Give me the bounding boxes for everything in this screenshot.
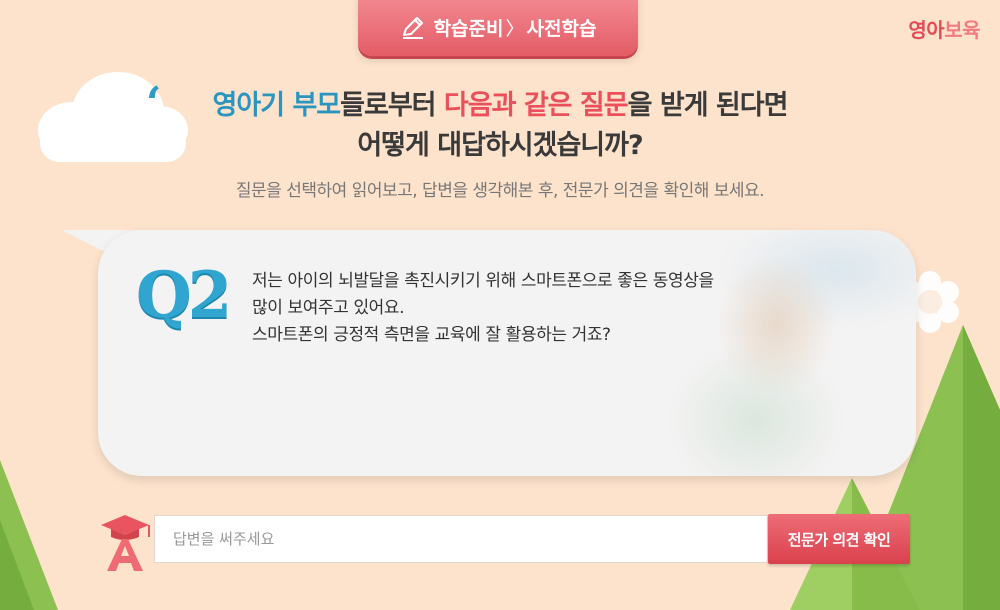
section-breadcrumb-tab: 학습준비 〉 사전학습: [358, 0, 638, 56]
instruction-text: 질문을 선택하여 읽어보고, 답변을 생각해본 후, 전문가 의견을 확인해 보…: [235, 181, 765, 201]
title-line-2: 어떻게 대답하시겠습니까?: [357, 130, 643, 161]
tree-left: [0, 460, 58, 610]
brand-logo-part2: 보육: [944, 18, 980, 42]
question-line: 저는 아이의 뇌발달을 촉진시키기 위해 스마트폰으로 좋은 동영상을: [252, 271, 714, 291]
title-text-a: 들로부터: [340, 90, 444, 121]
pencil-edit-icon: [402, 17, 423, 39]
graduation-cap-letter-a-icon: [101, 515, 150, 571]
brand-logo-part1: 영아: [908, 18, 945, 42]
breadcrumb-learning-prep: 학습준비: [433, 17, 504, 40]
title-highlight-parents: 영아기 부모: [212, 90, 342, 121]
title-line-1: 영아기 부모들로부터 다음과 같은 질문을 받게 된다면: [160, 86, 840, 126]
page-title: 영아기 부모들로부터 다음과 같은 질문을 받게 된다면 어떻게 대답하시겠습니…: [160, 86, 840, 166]
breadcrumb-pre-study: 사전학습: [526, 17, 597, 40]
child-photo-image: [586, 230, 916, 476]
brand-logo: 영아보육: [908, 14, 980, 43]
question-line: 많이 보여주고 있어요.: [252, 298, 405, 318]
title-text-b: 을 받게 된다면: [627, 90, 789, 121]
question-line: 스마트폰의 긍정적 측면을 교육에 잘 활용하는 거죠?: [252, 325, 611, 345]
answer-input[interactable]: [154, 515, 768, 563]
title-highlight-question: 다음과 같은 질문: [443, 90, 629, 121]
expert-opinion-button[interactable]: 전문가 의견 확인: [768, 514, 910, 564]
question-number: Q2: [136, 258, 232, 333]
breadcrumb-separator: 〉: [505, 17, 525, 40]
question-text: 저는 아이의 뇌발달을 촉진시키기 위해 스마트폰으로 좋은 동영상을 많이 보…: [252, 268, 812, 349]
